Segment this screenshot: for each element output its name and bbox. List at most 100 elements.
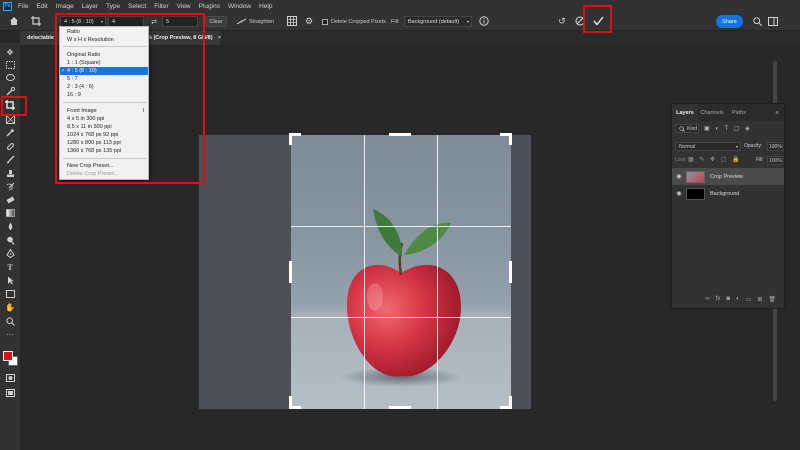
path-select-tool-icon[interactable] xyxy=(4,275,16,285)
info-icon[interactable] xyxy=(478,15,490,27)
brush-tool-icon[interactable] xyxy=(4,154,16,164)
workspace-icon[interactable] xyxy=(767,15,779,27)
clear-button[interactable]: Clear xyxy=(205,16,227,27)
crop-handle-bottom-right[interactable] xyxy=(500,406,512,409)
gradient-tool-icon[interactable] xyxy=(4,208,16,218)
menu-layer[interactable]: Layer xyxy=(82,3,98,10)
lock-icons[interactable]: ▦ ✎ ✥ ▢ 🔒 xyxy=(688,156,742,163)
folder-icon[interactable]: ▭ xyxy=(746,296,752,303)
menu-type[interactable]: Type xyxy=(106,3,120,10)
home-icon[interactable] xyxy=(8,15,20,27)
eye-icon[interactable]: ◉ xyxy=(672,173,686,180)
layer-name[interactable]: Background xyxy=(710,191,739,197)
dodge-tool-icon[interactable] xyxy=(4,235,16,245)
gear-icon[interactable]: ⚙ xyxy=(303,15,315,27)
fx-icon[interactable]: fx xyxy=(716,296,721,302)
healing-brush-tool-icon[interactable] xyxy=(4,141,16,151)
menu-bar: Ps File Edit Image Layer Type Select Fil… xyxy=(0,0,800,12)
fill-field[interactable]: 100% xyxy=(767,156,783,165)
panel-menu-icon[interactable]: ≡ xyxy=(772,104,782,121)
eye-icon[interactable]: ◉ xyxy=(672,190,686,197)
layer-filter-icons[interactable]: ▣ ◐ T ▢ ◈ xyxy=(704,125,752,132)
menu-image[interactable]: Image xyxy=(56,3,74,10)
highlight-commit-button xyxy=(583,5,612,33)
layers-panel: Layers Channels Paths ≡ Kind ▣ ◐ T ▢ ◈ N… xyxy=(671,103,785,309)
reset-icon[interactable]: ↺ xyxy=(556,15,568,27)
more-tools-icon[interactable]: ··· xyxy=(4,329,16,339)
crop-handle-left[interactable] xyxy=(289,261,292,283)
highlight-ratio-menu xyxy=(55,13,205,184)
marquee-tool-icon[interactable] xyxy=(4,60,16,70)
crop-handle-bottom[interactable] xyxy=(389,406,411,409)
hand-tool-icon[interactable]: ✋ xyxy=(4,302,16,312)
new-layer-icon[interactable]: ⊞ xyxy=(757,296,762,303)
share-button[interactable]: Share xyxy=(716,15,743,28)
eraser-tool-icon[interactable] xyxy=(4,194,16,204)
rectangle-tool-icon[interactable] xyxy=(4,289,16,299)
fill-label: Fill: xyxy=(756,157,764,163)
blur-tool-icon[interactable] xyxy=(4,221,16,231)
search-icon[interactable] xyxy=(751,15,763,27)
opacity-value: 100% xyxy=(769,143,782,150)
foreground-color-swatch[interactable] xyxy=(3,351,13,361)
checkbox-icon xyxy=(322,18,328,25)
crop-preview-image[interactable] xyxy=(291,135,511,409)
menu-select[interactable]: Select xyxy=(128,3,146,10)
crop-handle-right[interactable] xyxy=(509,261,512,283)
type-tool-icon[interactable]: T xyxy=(4,262,16,272)
pen-tool-icon[interactable] xyxy=(4,248,16,258)
eyedropper-tool-icon[interactable] xyxy=(4,127,16,137)
menu-filter[interactable]: Filter xyxy=(154,3,168,10)
move-tool-icon[interactable]: ✥ xyxy=(4,47,16,57)
trash-icon[interactable]: 🗑 xyxy=(768,296,776,303)
zoom-tool-icon[interactable] xyxy=(4,316,16,326)
layer-row-crop-preview[interactable]: ◉ Crop Preview xyxy=(672,168,784,185)
crop-handle-top-right[interactable] xyxy=(509,133,512,145)
layer-filter-select[interactable]: Kind xyxy=(675,124,699,133)
crop-icon[interactable] xyxy=(30,15,42,27)
tab-paths[interactable]: Paths xyxy=(728,104,750,121)
opacity-label: Opacity: xyxy=(744,143,763,149)
tab-layers[interactable]: Layers xyxy=(672,104,698,121)
crop-handle-top[interactable] xyxy=(389,133,411,136)
blend-mode-select[interactable]: Normal ▾ xyxy=(675,142,741,151)
menu-file[interactable]: File xyxy=(18,3,28,10)
fill-select[interactable]: Background (default) ▾ xyxy=(404,16,472,27)
crop-handle-top-left[interactable] xyxy=(289,133,292,145)
layer-row-background[interactable]: ◉ Background xyxy=(672,185,784,202)
mask-icon[interactable]: ◙ xyxy=(726,296,730,302)
fill-label: Fill: xyxy=(391,18,400,25)
straighten-label[interactable]: Straighten xyxy=(249,16,274,27)
document-tab-title: delectable xyxy=(27,35,54,41)
crop-grid-line xyxy=(291,317,511,318)
close-icon[interactable]: × xyxy=(218,35,221,41)
blend-mode-value: Normal xyxy=(679,143,696,150)
delete-cropped-checkbox[interactable]: Delete Cropped Pixels xyxy=(322,16,386,27)
menu-window[interactable]: Window xyxy=(228,3,251,10)
fill-select-value: Background (default) xyxy=(408,18,460,25)
menu-view[interactable]: View xyxy=(177,3,191,10)
lasso-tool-icon[interactable] xyxy=(4,73,16,83)
menu-edit[interactable]: Edit xyxy=(36,3,47,10)
link-icon[interactable]: ∞ xyxy=(705,296,709,302)
layer-name[interactable]: Crop Preview xyxy=(710,174,743,180)
grid-icon[interactable] xyxy=(286,15,298,27)
opacity-field[interactable]: 100% xyxy=(767,142,783,151)
fill-value: 100% xyxy=(769,157,782,164)
menu-help[interactable]: Help xyxy=(259,3,272,10)
quick-mask-icon[interactable] xyxy=(4,373,16,383)
delete-cropped-label: Delete Cropped Pixels xyxy=(331,18,386,25)
crop-grid-line xyxy=(291,226,511,227)
quick-select-tool-icon[interactable] xyxy=(4,86,16,96)
crop-handle-bottom-left[interactable] xyxy=(289,406,301,409)
screen-mode-icon[interactable] xyxy=(4,388,16,398)
adjustment-icon[interactable]: ◐ xyxy=(736,296,740,302)
chevron-down-icon: ▾ xyxy=(735,144,738,149)
layer-panel-footer: ∞ fx ◙ ◐ ▭ ⊞ 🗑 xyxy=(672,292,784,306)
menu-plugins[interactable]: Plugins xyxy=(199,3,220,10)
history-brush-tool-icon[interactable] xyxy=(4,181,16,191)
straighten-icon[interactable] xyxy=(236,16,246,27)
tab-channels[interactable]: Channels xyxy=(698,104,726,121)
photoshop-logo: Ps xyxy=(3,1,12,11)
clone-stamp-tool-icon[interactable] xyxy=(4,168,16,178)
